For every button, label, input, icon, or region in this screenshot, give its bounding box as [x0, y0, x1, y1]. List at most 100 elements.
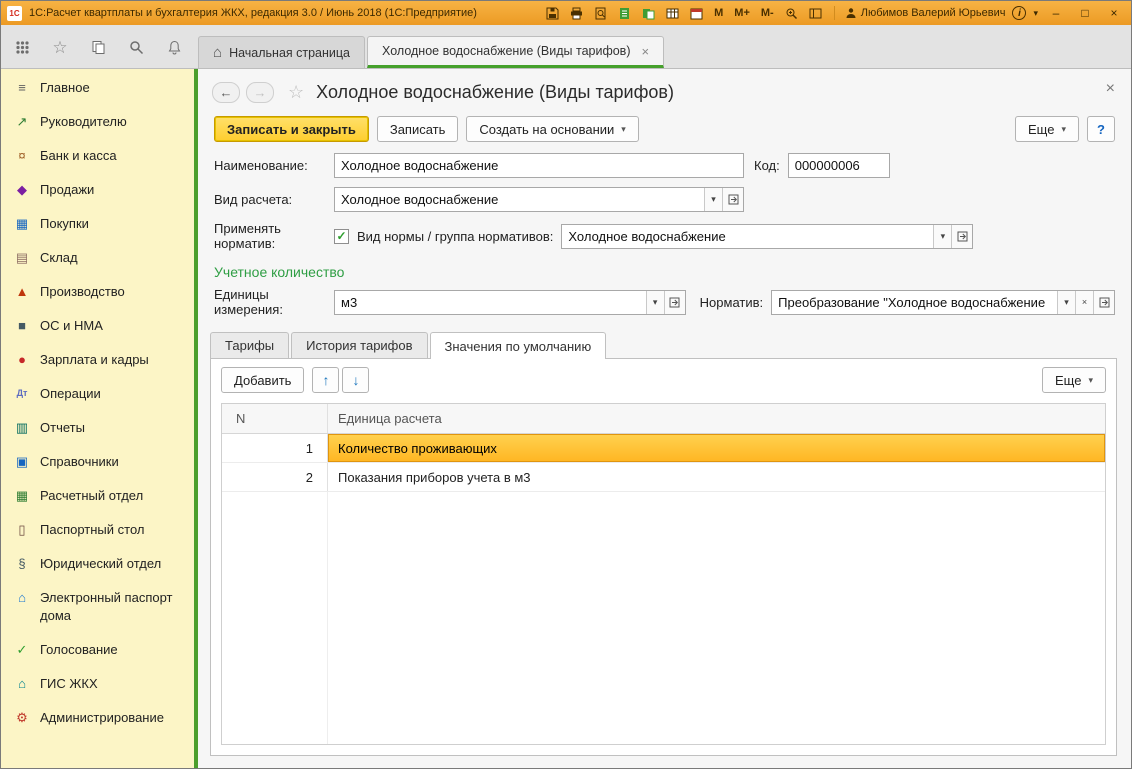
more-button[interactable]: Еще ▾ [1015, 116, 1079, 142]
sidebar-item-directories[interactable]: ▣ Справочники [1, 445, 194, 479]
save-and-close-button[interactable]: Записать и закрыть [214, 116, 369, 142]
export-file-icon[interactable] [616, 5, 633, 22]
notifications-bell-icon[interactable] [165, 38, 183, 56]
tab-tariffs[interactable]: Тарифы [210, 332, 290, 358]
row-value-selected[interactable]: Количество проживающих [328, 434, 1105, 462]
open-value-icon[interactable] [663, 290, 685, 314]
sidebar-item-settlement-dept[interactable]: ▦ Расчетный отдел [1, 479, 194, 513]
sidebar-item-label: Администрирование [40, 710, 164, 725]
sidebar-item-label: Покупки [40, 216, 89, 231]
clear-value-icon[interactable]: × [1075, 290, 1093, 314]
open-value-icon[interactable] [722, 188, 743, 211]
section-header-accounting-quantity: Учетное количество [214, 264, 345, 280]
table-icon[interactable] [664, 5, 681, 22]
info-icon[interactable]: i [1012, 6, 1027, 20]
forward-button[interactable]: → [246, 82, 274, 103]
norm-group-input[interactable] [562, 224, 934, 248]
favorite-star-icon[interactable]: ☆ [288, 82, 304, 103]
sidebar-item-reports[interactable]: ▥ Отчеты [1, 411, 194, 445]
history-icon[interactable] [89, 38, 107, 56]
sidebar-item-passport-office[interactable]: ▯ Паспортный стол [1, 513, 194, 547]
search-icon[interactable] [127, 38, 145, 56]
chevron-down-icon[interactable]: ▾ [1057, 290, 1075, 314]
sidebar-item-warehouse[interactable]: ▤ Склад [1, 241, 194, 275]
code-input[interactable] [787, 153, 890, 178]
form-close-icon[interactable]: × [1106, 81, 1115, 97]
calc-type-input[interactable] [335, 188, 704, 211]
apply-norm-checkbox[interactable]: ✓ [334, 228, 349, 244]
sidebar-item-production[interactable]: ▲ Производство [1, 275, 194, 309]
move-up-button[interactable]: ↑ [312, 367, 340, 393]
panel-settings-icon[interactable] [807, 5, 824, 22]
table-row[interactable]: 2 Показания приборов учета в м3 [222, 463, 1105, 492]
save-button[interactable]: Записать [376, 116, 459, 142]
normative-combo: ▾ × [771, 289, 1115, 315]
norm-group-combo: ▾ [561, 223, 974, 249]
app-window: 1С 1С:Расчет квартплаты и бухгалтерия ЖК… [0, 0, 1132, 769]
sidebar-item-bank-cash[interactable]: ¤ Банк и касса [1, 139, 194, 173]
sidebar-item-label: Электронный паспорт дома [40, 590, 173, 623]
save-icon[interactable] [544, 5, 561, 22]
minimize-button[interactable]: – [1045, 4, 1067, 22]
open-value-icon[interactable] [951, 224, 973, 248]
chevron-down-icon[interactable]: ▾ [1033, 8, 1038, 19]
column-header-n[interactable]: N [222, 404, 328, 433]
tab-tariff-history[interactable]: История тарифов [291, 332, 428, 358]
sidebar-item-main[interactable]: ≡ Главное [1, 71, 194, 105]
tab-close-icon[interactable]: × [642, 44, 650, 59]
sidebar-item-manager[interactable]: ↗ Руководителю [1, 105, 194, 139]
sidebar-item-label: Зарплата и кадры [40, 352, 149, 367]
compare-file-icon[interactable] [640, 5, 657, 22]
help-button[interactable]: ? [1087, 116, 1115, 142]
chevron-down-icon[interactable]: ▾ [933, 224, 952, 248]
name-input[interactable] [334, 153, 744, 178]
move-down-button[interactable]: ↓ [342, 367, 370, 393]
create-based-on-button[interactable]: Создать на основании ▾ [466, 116, 639, 142]
close-window-button[interactable]: × [1103, 4, 1125, 22]
calc-memory-m-plus[interactable]: M+ [732, 7, 752, 19]
calc-memory-m[interactable]: M [712, 7, 725, 19]
sidebar-item-payroll[interactable]: ● Зарплата и кадры [1, 343, 194, 377]
sidebar-item-purchases[interactable]: ▦ Покупки [1, 207, 194, 241]
bank-icon: ¤ [18, 148, 26, 163]
back-button[interactable]: ← [212, 82, 240, 103]
titlebar-separator [833, 6, 835, 20]
sidebar-item-house-epassport[interactable]: ⌂ Электронный паспорт дома [1, 581, 194, 633]
chevron-down-icon[interactable]: ▾ [645, 290, 664, 314]
sidebar-item-gis-zhkh[interactable]: ⌂ ГИС ЖКХ [1, 667, 194, 701]
add-button[interactable]: Добавить [221, 367, 305, 393]
print-icon[interactable] [568, 5, 585, 22]
row-number: 2 [222, 463, 328, 491]
tabbar: ☆ ⌂ Начальная страница Холодное водоснаб… [1, 25, 1131, 69]
sidebar-item-voting[interactable]: ✓ Голосование [1, 633, 194, 667]
zoom-in-icon[interactable] [783, 5, 800, 22]
service-menu-icon[interactable] [13, 38, 31, 56]
calendar-icon[interactable] [688, 5, 705, 22]
normative-input[interactable] [772, 290, 1057, 314]
table-more-button[interactable]: Еще ▾ [1042, 367, 1106, 393]
row-value[interactable]: Показания приборов учета в м3 [328, 463, 1105, 491]
sidebar-item-sales[interactable]: ◆ Продажи [1, 173, 194, 207]
sidebar-item-administration[interactable]: ⚙ Администрирование [1, 701, 194, 735]
sidebar-item-fixed-assets[interactable]: ■ ОС и НМА [1, 309, 194, 343]
tab-cold-water[interactable]: Холодное водоснабжение (Виды тарифов) × [367, 36, 665, 68]
sidebar: ≡ Главное ↗ Руководителю ¤ Банк и касса ◆ Пр… [1, 69, 198, 768]
sales-icon: ◆ [17, 182, 27, 197]
tab-default-values[interactable]: Значения по умолчанию [429, 332, 607, 359]
calc-memory-m-minus[interactable]: M- [759, 7, 776, 19]
tab-home[interactable]: ⌂ Начальная страница [198, 36, 366, 68]
user-menu[interactable]: Любимов Валерий Юрьевич [845, 7, 1005, 19]
sidebar-item-operations[interactable]: Дт Операции [1, 377, 194, 411]
sidebar-item-label: ГИС ЖКХ [40, 676, 98, 691]
table-row[interactable]: 1 Количество проживающих [222, 434, 1105, 463]
units-input[interactable] [335, 290, 646, 314]
sidebar-item-label: Банк и касса [40, 148, 117, 163]
maximize-button[interactable]: □ [1074, 4, 1096, 22]
favorites-icon[interactable]: ☆ [51, 38, 69, 56]
sidebar-item-legal-dept[interactable]: § Юридический отдел [1, 547, 194, 581]
chevron-down-icon: ▾ [621, 123, 626, 134]
column-header-calc-unit[interactable]: Единица расчета [328, 404, 1105, 433]
chevron-down-icon[interactable]: ▾ [704, 188, 722, 211]
print-preview-icon[interactable] [592, 5, 609, 22]
open-value-icon[interactable] [1093, 290, 1114, 314]
